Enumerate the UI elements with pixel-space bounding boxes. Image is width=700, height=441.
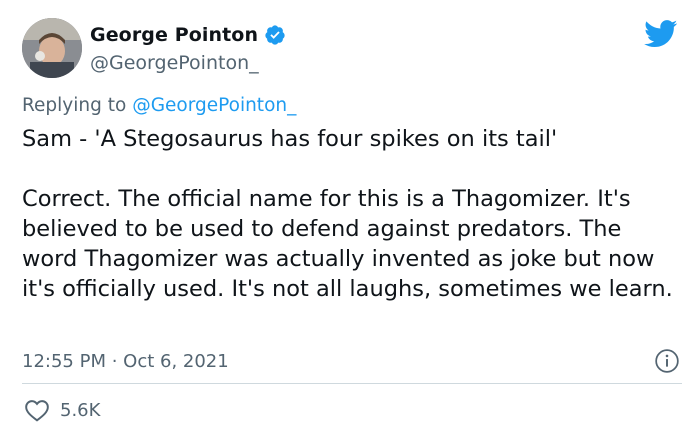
replying-to-label: Replying to	[22, 95, 133, 116]
like-count: 5.6K	[60, 399, 101, 421]
handle[interactable]: @GeorgePointon_	[90, 52, 286, 74]
tweet-meta: 12:55 PM · Oct 6, 2021	[22, 348, 682, 376]
divider	[22, 383, 682, 384]
heart-icon[interactable]	[24, 398, 50, 422]
avatar[interactable]	[22, 18, 82, 78]
tweet-line-1: Sam - 'A Stegosaurus has four spikes on …	[22, 126, 558, 152]
twitter-bird-icon[interactable]	[644, 20, 678, 48]
verified-badge-icon	[265, 25, 285, 45]
like-action[interactable]: 5.6K	[24, 398, 100, 422]
tweet-paragraph-2: Correct. The official name for this is a…	[22, 186, 673, 302]
tweet-header: George Pointon @GeorgePointon_	[22, 18, 682, 80]
replying-to-link[interactable]: @GeorgePointon_	[132, 95, 296, 116]
info-icon[interactable]	[654, 348, 680, 374]
replying-to-line: Replying to @GeorgePointon_	[22, 95, 296, 116]
display-name[interactable]: George Pointon	[90, 24, 258, 46]
timestamp[interactable]: 12:55 PM · Oct 6, 2021	[22, 351, 229, 372]
tweet-body: Sam - 'A Stegosaurus has four spikes on …	[22, 124, 682, 304]
